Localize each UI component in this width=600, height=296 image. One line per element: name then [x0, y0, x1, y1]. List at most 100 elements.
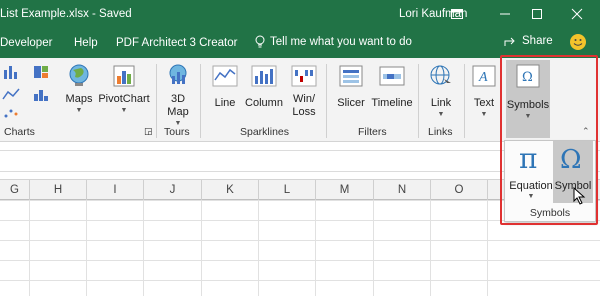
pivotchart-button[interactable]: PivotChart ▼ [96, 62, 152, 115]
tell-me-search[interactable]: Tell me what you want to do [254, 35, 412, 49]
maps-button[interactable]: Maps ▼ [62, 62, 96, 115]
omega-small-icon: Ω [516, 64, 540, 88]
lightbulb-icon [255, 35, 265, 48]
column-header[interactable]: J [144, 180, 202, 200]
text-box-icon: A [472, 65, 496, 87]
sparkline-winloss-button[interactable]: Win/ Loss [288, 64, 320, 119]
grid-line [487, 200, 488, 296]
text-label: Text [473, 97, 495, 109]
link-button[interactable]: Link ▼ [424, 64, 458, 119]
3d-map-label-line1: 3D [170, 93, 186, 105]
chevron-down-icon: ▼ [524, 113, 532, 120]
sparkline-line-button[interactable]: Line [208, 64, 242, 110]
group-label-links: Links [428, 126, 453, 138]
equation-button[interactable]: π Equation ▼ [509, 141, 553, 203]
slicer-label: Slicer [337, 97, 365, 109]
column-header[interactable]: K [202, 180, 259, 200]
group-divider [326, 64, 327, 138]
tab-help[interactable]: Help [74, 37, 98, 49]
line-chart-small-icon[interactable] [2, 86, 22, 105]
group-divider [200, 64, 201, 138]
grid-line [315, 200, 316, 296]
grid-line [143, 200, 144, 296]
3d-map-button[interactable]: 3D Map ▼ [160, 62, 196, 128]
group-label-tours: Tours [164, 126, 190, 138]
equation-label: Equation [509, 180, 553, 192]
winloss-label-line1: Win/ [293, 93, 315, 105]
minimize-icon[interactable] [494, 4, 516, 24]
text-button[interactable]: A Text ▼ [470, 64, 498, 119]
share-label: Share [522, 35, 553, 47]
close-icon[interactable] [566, 4, 588, 24]
line-label: Line [214, 97, 236, 109]
winloss-sparkline-icon [291, 65, 317, 87]
mouse-cursor-icon [573, 187, 586, 205]
symbols-button[interactable]: Ω Symbols ▼ [506, 60, 550, 138]
symbols-dropdown: π Equation ▼ Ω Symbol Symbols [504, 140, 596, 222]
group-label-symbols: Symbols [529, 207, 571, 219]
svg-text:π: π [519, 142, 537, 173]
tab-pdf-architect[interactable]: PDF Architect 3 Creator [116, 37, 237, 49]
group-divider [418, 64, 419, 138]
timeline-button[interactable]: Timeline [370, 64, 414, 110]
pivotchart-label: PivotChart [98, 93, 150, 105]
chevron-down-icon: ▼ [527, 193, 535, 200]
grid-line [86, 200, 87, 296]
chevron-down-icon: ▼ [120, 107, 128, 114]
grid-line [258, 200, 259, 296]
hierarchy-chart-icon[interactable] [32, 64, 52, 83]
slicer-button[interactable]: Slicer [334, 64, 368, 110]
share-icon [504, 37, 515, 46]
column-chart-icon[interactable] [2, 64, 22, 83]
pivotchart-icon [113, 65, 135, 87]
column-header[interactable]: M [316, 180, 374, 200]
link-label: Link [430, 97, 452, 109]
globe-icon [69, 64, 89, 86]
line-sparkline-icon [212, 65, 238, 87]
group-divider [156, 64, 157, 138]
ribbon-display-options-icon[interactable] [446, 4, 468, 24]
timeline-label: Timeline [371, 97, 413, 109]
chevron-down-icon: ▼ [480, 111, 488, 118]
ribbon-tabs: Developer Help PDF Architect 3 Creator T… [0, 29, 600, 58]
chevron-down-icon: ▼ [437, 111, 445, 118]
sparkline-column-button[interactable]: Column [244, 64, 284, 110]
column-header[interactable]: H [30, 180, 87, 200]
column-sparkline-icon [251, 65, 277, 87]
column-header[interactable]: N [374, 180, 431, 200]
omega-icon: Ω [560, 145, 582, 175]
group-divider [464, 64, 465, 138]
3d-map-label-line2: Map [167, 106, 189, 118]
svg-text:A: A [478, 70, 488, 85]
symbol-button[interactable]: Ω Symbol [553, 141, 593, 205]
pi-icon: π [519, 142, 537, 175]
chevron-down-icon: ▼ [75, 107, 83, 114]
scatter-chart-icon[interactable] [2, 106, 22, 123]
statistic-chart-icon[interactable] [32, 86, 52, 105]
3d-map-icon [169, 64, 187, 84]
column-header[interactable]: I [87, 180, 144, 200]
ribbon: Maps ▼ PivotChart ▼ ◲ Charts 3D Map ▼ To… [0, 58, 600, 142]
slicer-icon [339, 65, 363, 87]
tell-me-label: Tell me what you want to do [270, 36, 412, 48]
maximize-icon[interactable] [526, 4, 548, 24]
collapse-ribbon-icon[interactable]: ⌃ [582, 126, 590, 137]
column-header[interactable]: O [431, 180, 488, 200]
grid-line [373, 200, 374, 296]
group-label-filters: Filters [358, 126, 387, 138]
share-button[interactable]: Share [504, 35, 553, 47]
maps-label: Maps [65, 93, 93, 105]
column-label: Column [245, 97, 283, 109]
winloss-label-line2: Loss [292, 106, 316, 118]
grid-line [430, 200, 431, 296]
feedback-smiley-icon[interactable] [570, 34, 586, 50]
tab-developer[interactable]: Developer [0, 37, 52, 49]
group-label-charts: Charts [4, 126, 35, 138]
svg-text:Ω: Ω [560, 145, 582, 173]
svg-text:Ω: Ω [522, 70, 533, 85]
column-header[interactable]: G [0, 180, 30, 200]
charts-dialog-launcher-icon[interactable]: ◲ [144, 126, 153, 137]
grid-line [29, 200, 30, 296]
grid-line [201, 200, 202, 296]
column-header[interactable]: L [259, 180, 316, 200]
